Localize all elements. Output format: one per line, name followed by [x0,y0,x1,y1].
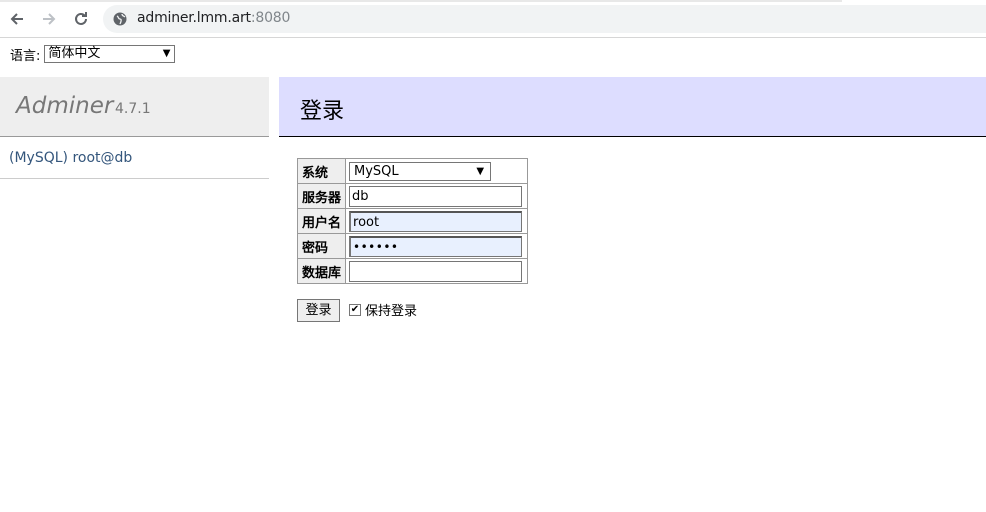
content-header: 登录 [279,77,986,137]
login-button[interactable]: 登录 [297,299,340,322]
url-port: :8080 [250,10,291,26]
server-cell: db [345,183,529,209]
reload-button[interactable] [71,9,91,29]
url-text: adminer.lmm.art:8080 [137,10,290,26]
adminer-logo[interactable]: Adminer [16,93,113,119]
login-form-table: 系统 MySQL ▼ 服务器 db 用户名 root 密码 •••••• 数据库 [296,158,529,284]
database-label: 数据库 [296,258,347,284]
database-input[interactable] [349,260,523,282]
database-cell [345,258,529,284]
password-cell: •••••• [345,233,529,259]
dropdown-arrow-icon: ▼ [476,165,485,177]
remember-checkbox[interactable]: ✔ [349,304,361,316]
url-host: adminer.lmm.art [137,10,251,26]
server-row: 服务器 db [296,183,529,209]
language-selected-value: 简体中文 [48,46,101,61]
username-input[interactable]: root [349,210,523,232]
language-select[interactable]: 简体中文 ▼ [44,45,176,63]
forward-button[interactable] [39,9,59,29]
address-bar[interactable]: adminer.lmm.art:8080 [103,5,986,33]
language-row: 语言: 简体中文 ▼ [10,45,176,64]
forward-arrow-icon [43,13,56,25]
system-label: 系统 [296,158,347,184]
browser-toolbar: adminer.lmm.art:8080 [0,0,986,38]
password-row: 密码 •••••• [296,233,529,259]
dropdown-arrow-icon: ▼ [162,48,171,59]
db-connection-line: (MySQL) root@db [0,138,269,179]
username-cell: root [345,208,529,234]
system-select[interactable]: MySQL ▼ [349,161,492,181]
server-label: 服务器 [296,183,347,209]
password-input[interactable]: •••••• [349,235,523,257]
language-label: 语言: [10,48,41,64]
system-selected-value: MySQL [354,163,399,179]
username-label: 用户名 [296,208,347,234]
back-arrow-icon [10,13,23,25]
checkmark-icon: ✔ [350,304,360,315]
remember-label[interactable]: 保持登录 [365,300,417,319]
menu-header: Adminer 4.7.1 [0,77,269,137]
password-label: 密码 [296,233,347,259]
page-title: 登录 [300,99,345,124]
username-row: 用户名 root [296,208,529,234]
site-info-icon[interactable] [113,12,127,26]
tab-strip-edge [0,0,842,2]
version-label[interactable]: 4.7.1 [115,101,151,117]
back-button[interactable] [7,9,27,29]
system-row: 系统 MySQL ▼ [296,158,529,184]
database-row: 数据库 [296,258,529,284]
reload-icon [75,12,87,25]
system-cell: MySQL ▼ [345,158,529,184]
server-input[interactable]: db [349,185,523,207]
db-connection-link[interactable]: (MySQL) root@db [9,150,132,166]
